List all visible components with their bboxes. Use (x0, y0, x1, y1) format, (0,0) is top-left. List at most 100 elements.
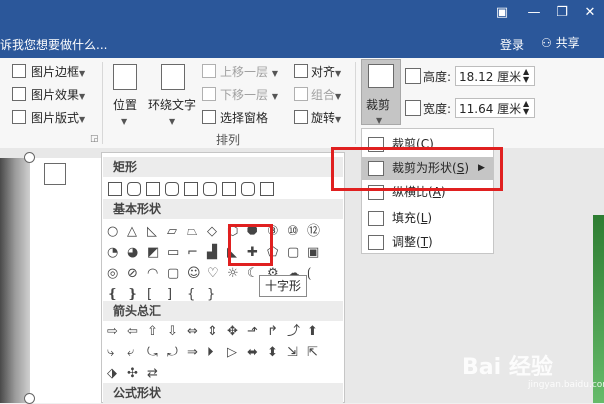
arrow-shape-icon[interactable]: ⇄ (147, 367, 158, 381)
basic-shape-icon[interactable]: ☼ (227, 267, 239, 281)
arrow-shape-icon[interactable]: ⏵ (207, 346, 214, 360)
arrow-shape-icon[interactable]: ⤴ (287, 325, 300, 339)
arrow-shape-icon[interactable]: ↱ (267, 325, 278, 339)
arrow-shape-icon[interactable]: ⬆ (307, 325, 318, 339)
basic-shape-icon[interactable]: [ (147, 288, 152, 302)
rectangle-shape-icon[interactable] (165, 182, 179, 196)
basic-shape-icon[interactable]: ♡ (207, 267, 219, 281)
basic-shape-icon[interactable]: ⟮ (307, 267, 311, 281)
bring-forward-icon (202, 64, 216, 78)
arrow-shape-icon[interactable]: ⬗ (107, 367, 117, 381)
side-decoration (593, 215, 604, 403)
wrap-text-button[interactable]: 环绕文字 (148, 96, 196, 113)
arrow-shape-icon[interactable]: ⤿ (147, 346, 158, 360)
arrow-shape-icon[interactable]: ⇒ (187, 346, 198, 360)
basic-shape-icon[interactable]: ◕ (127, 246, 138, 260)
arrow-shape-icon[interactable]: ⤶ (127, 346, 134, 360)
basic-shape-icon[interactable]: ⊘ (127, 267, 138, 281)
dialog-launcher-icon[interactable]: ◲ (90, 134, 99, 144)
basic-shape-icon[interactable]: ▣ (307, 246, 319, 260)
close-icon[interactable]: ✕ (576, 2, 604, 24)
basic-shape-icon[interactable]: ▟ (207, 246, 217, 260)
position-icon (113, 64, 137, 90)
basic-shape-icon[interactable]: ☾ (247, 267, 259, 281)
basic-shape-icon[interactable]: ❵ (127, 288, 138, 302)
arrow-shape-icon[interactable]: ⇨ (107, 325, 118, 339)
arrow-shape-icon[interactable]: ⬍ (267, 346, 278, 360)
basic-shape-icon[interactable]: ◇ (207, 225, 217, 239)
rectangle-shape-icon[interactable] (108, 182, 122, 196)
rectangle-shape-icon[interactable] (260, 182, 274, 196)
layout-options-icon[interactable] (44, 163, 66, 185)
position-button[interactable]: 位置 (113, 96, 137, 113)
basic-shape-icon[interactable]: ☺ (187, 267, 201, 281)
share-button[interactable]: ⚇ 共享 (537, 32, 601, 54)
basic-shape-icon[interactable]: ○ (107, 225, 118, 239)
align-button[interactable]: 对齐▼ (311, 63, 341, 80)
arrow-shape-icon[interactable]: ⇧ (147, 325, 158, 339)
basic-shape-icon[interactable]: { (187, 288, 195, 302)
minimize-icon[interactable]: — (520, 2, 548, 24)
crop-menu-item[interactable]: 填充(L) (362, 207, 493, 230)
selection-pane-button[interactable]: 选择窗格 (220, 109, 268, 126)
rectangle-shape-icon[interactable] (127, 182, 141, 196)
selected-picture[interactable] (0, 158, 30, 403)
basic-shape-icon[interactable]: ▭ (167, 246, 179, 260)
arrow-shape-icon[interactable]: ⇦ (127, 325, 138, 339)
picture-border-button[interactable]: 图片边框▼ (31, 63, 85, 80)
resize-handle[interactable] (24, 393, 35, 404)
restore-icon[interactable]: ❐ (548, 2, 576, 24)
basic-shape-icon[interactable]: ❴ (107, 288, 118, 302)
arrow-shape-icon[interactable]: ⇲ (287, 346, 298, 360)
picture-effects-button[interactable]: 图片效果▼ (31, 86, 85, 103)
basic-shape-icon[interactable]: ◺ (147, 225, 157, 239)
basic-shape-icon[interactable]: ] (167, 288, 172, 302)
rectangle-shape-icon[interactable] (222, 182, 236, 196)
crop-button[interactable]: 裁剪 ▼ (361, 59, 401, 125)
basic-shape-icon[interactable]: ▢ (287, 246, 299, 260)
bring-forward-button[interactable]: 上移一层 ▼ (220, 63, 278, 80)
picture-layout-button[interactable]: 图片版式▼ (31, 109, 85, 126)
basic-shape-icon[interactable]: ◎ (107, 267, 118, 281)
rotate-button[interactable]: 旋转▼ (311, 109, 341, 126)
shape-gallery: 矩形 基本形状 箭头总汇 公式形状 ○ △ ◺ ▱ ⏢ ◇ ⬡ ⯃ ⑧ ⑩ ⑫ ◔ ◕ ◩ ▭ ⌐ ▟ ◣ ✚ ⬠ ▢ ▣… (101, 152, 345, 403)
arrow-shape-icon[interactable]: ⤾ (167, 346, 178, 360)
rectangle-shape-icon[interactable] (184, 182, 198, 196)
basic-shape-icon[interactable]: ⌐ (187, 246, 198, 260)
basic-shape-icon[interactable]: ◠ (147, 267, 158, 281)
ribbon-display-options-icon[interactable]: ▣ (488, 2, 516, 24)
basic-shape-icon[interactable]: ▱ (167, 225, 177, 239)
arrow-shape-icon[interactable]: ⬏ (247, 325, 258, 339)
arrow-shape-icon[interactable]: ✥ (227, 325, 238, 339)
login-link[interactable]: 登录 (500, 36, 524, 53)
crop-icon (368, 64, 394, 88)
rectangle-shape-icon[interactable] (203, 182, 217, 196)
tell-me-search[interactable]: 诉我您想要做什么... (0, 36, 107, 53)
basic-shape-icon[interactable]: ⏢ (187, 225, 197, 239)
rectangle-shape-icon[interactable] (146, 182, 160, 196)
watermark-sub: jingyan.baidu.com (528, 380, 604, 390)
arrow-shape-icon[interactable]: ▷ (227, 346, 237, 360)
rectangle-shape-icon[interactable] (241, 182, 255, 196)
send-backward-button[interactable]: 下移一层 ▼ (220, 86, 278, 103)
watermark: Bai 经验 (462, 355, 553, 380)
basic-shape-icon[interactable]: △ (127, 225, 137, 239)
basic-shape-icon[interactable]: ◩ (147, 246, 159, 260)
basic-shape-icon[interactable]: ◔ (107, 246, 118, 260)
arrow-shape-icon[interactable]: ⇔ (187, 325, 198, 339)
basic-shape-icon[interactable]: } (207, 288, 215, 302)
resize-handle[interactable] (24, 152, 35, 163)
basic-shape-icon[interactable]: ⑫ (307, 225, 320, 239)
arrow-shape-icon[interactable]: ⬌ (247, 346, 258, 360)
arrow-shape-icon[interactable]: ⇩ (167, 325, 178, 339)
arrow-shape-icon[interactable]: ✣ (127, 367, 138, 381)
crop-menu-item[interactable]: 调整(T) (362, 231, 493, 254)
height-spinner-icon[interactable]: ▲ ▼ (523, 68, 529, 84)
arrow-shape-icon[interactable]: ⤷ (107, 346, 114, 360)
basic-shape-icon[interactable]: ▢ (167, 267, 179, 281)
group-button[interactable]: 组合▼ (311, 86, 341, 103)
basic-shape-icon[interactable]: ⑩ (287, 225, 299, 239)
arrow-shape-icon[interactable]: ⇕ (207, 325, 218, 339)
width-spinner-icon[interactable]: ▲ ▼ (523, 100, 529, 116)
arrow-shape-icon[interactable]: ⇱ (307, 346, 318, 360)
